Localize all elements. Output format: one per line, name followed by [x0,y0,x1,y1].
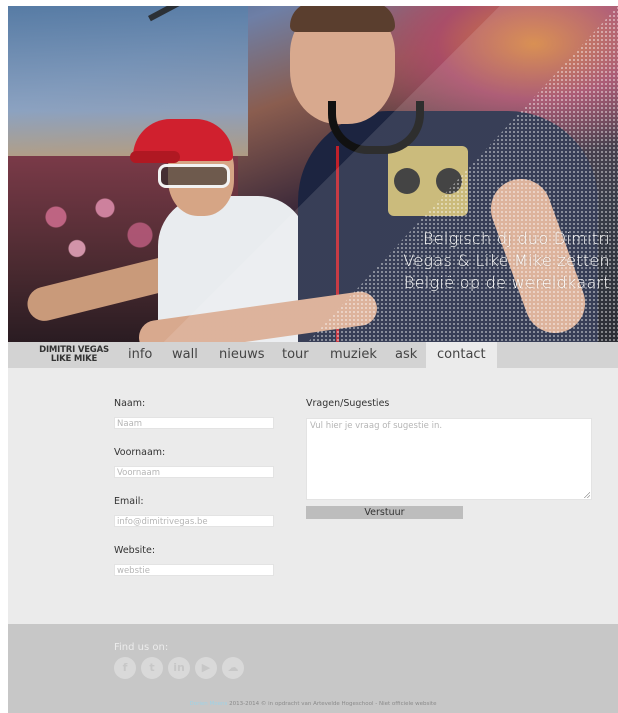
tagline-line: België op de wereldkaart [403,273,610,292]
nav-item-wall[interactable]: wall [164,342,206,368]
email-label: Email: [114,496,144,507]
hero-banner: Belgisch dj duo Dimitri Vegas & Like Mik… [8,6,618,342]
linkedin-icon[interactable]: in [168,657,190,679]
twitter-icon[interactable]: t [141,657,163,679]
nav-item-ask[interactable]: ask [387,342,425,368]
facebook-icon[interactable]: f [114,657,136,679]
vragen-label: Vragen/Sugesties [306,398,390,409]
resize-grip-icon[interactable] [584,492,590,498]
voornaam-label: Voornaam: [114,447,166,458]
author-link[interactable]: Dorien Moens [190,701,228,707]
naam-input[interactable]: Naam [114,417,274,429]
tagline-line: Belgisch dj duo Dimitri [422,229,610,248]
website-label: Website: [114,545,156,556]
page: Belgisch dj duo Dimitri Vegas & Like Mik… [8,6,618,713]
soundcloud-icon[interactable]: ☁ [222,657,244,679]
nav-item-contact[interactable]: contact [426,342,497,368]
nav-item-tour[interactable]: tour [274,342,317,368]
main-nav: DIMITRI VEGAS LIKE MIKE info wall nieuws… [8,342,618,368]
youtube-icon[interactable]: ▶ [195,657,217,679]
hero-tagline: Belgisch dj duo Dimitri Vegas & Like Mik… [350,228,610,294]
email-input[interactable]: info@dimitrivegas.be [114,515,274,527]
tagline-line: Vegas & Like Mike zetten [403,251,610,270]
copyright-rest: 2013-2014 © in opdracht van Artevelde Ho… [227,701,437,707]
vragen-placeholder: Vul hier je vraag of sugestie in. [310,421,443,431]
nav-item-info[interactable]: info [120,342,160,368]
contact-form: Naam: Naam Voornaam: Voornaam Email: inf… [8,368,618,624]
submit-button[interactable]: Verstuur [306,506,463,519]
find-us-label: Find us on: [114,642,169,653]
copyright-text: Dorien Moens 2013-2014 © in opdracht van… [8,701,618,707]
logo-line: LIKE MIKE [50,354,98,364]
nav-item-muziek[interactable]: muziek [322,342,385,368]
nav-item-nieuws[interactable]: nieuws [211,342,273,368]
voornaam-input[interactable]: Voornaam [114,466,274,478]
website-input[interactable]: webstie [114,564,274,576]
site-footer: Find us on: f t in ▶ ☁ Dorien Moens 2013… [8,624,618,713]
naam-label: Naam: [114,398,146,409]
vragen-textarea[interactable]: Vul hier je vraag of sugestie in. [306,418,592,500]
site-logo[interactable]: DIMITRI VEGAS LIKE MIKE [36,346,112,364]
